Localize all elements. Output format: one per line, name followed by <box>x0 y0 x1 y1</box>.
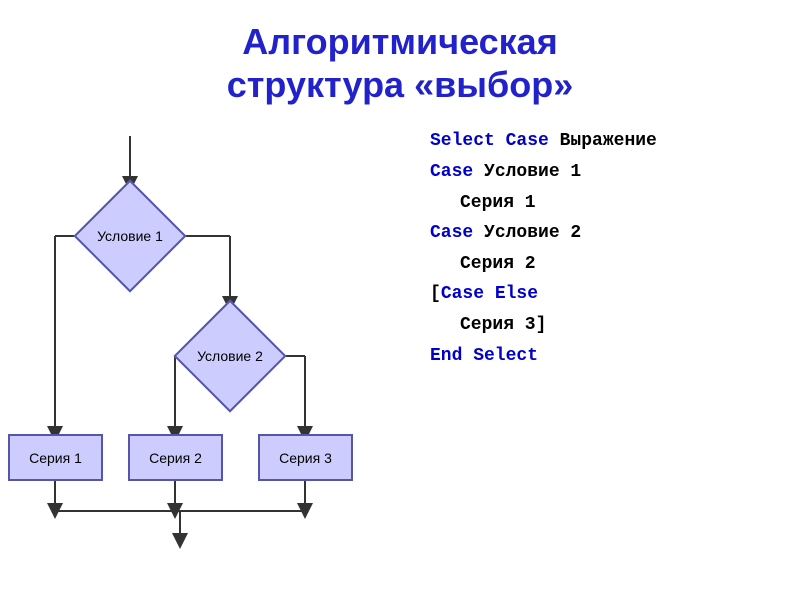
seria3-label: Серия 3] <box>460 315 546 335</box>
code-line5: Серия 2 <box>460 249 800 280</box>
code-line7: Серия 3] <box>460 310 800 341</box>
title-line2: структура «выбор» <box>0 63 800 106</box>
code-block: Select Case Выражение Case Условие 1 Сер… <box>420 126 800 556</box>
page-title: Алгоритмическая структура «выбор» <box>0 0 800 106</box>
kw-case2: Case <box>430 223 473 243</box>
seria1-label: Серия 1 <box>460 193 536 213</box>
code-line6: [Case Else <box>430 279 800 310</box>
code-line2: Case Условие 1 <box>430 157 800 188</box>
code-line8: End Select <box>430 341 800 372</box>
kw-case-else: Case Else <box>441 284 538 304</box>
code-line2-rest: Условие 1 <box>473 162 581 182</box>
kw-select-case: Select Case <box>430 131 549 151</box>
diamond2-label: Условие 2 <box>190 316 270 396</box>
code-line4-rest: Условие 2 <box>473 223 581 243</box>
diamond1-label: Условие 1 <box>90 196 170 276</box>
code-line3: Серия 1 <box>460 188 800 219</box>
code-line4: Case Условие 2 <box>430 218 800 249</box>
flowchart: Условие 1 Условие 2 Серия 1 Серия 2 Сери… <box>0 126 420 556</box>
code-line1-rest: Выражение <box>549 131 657 151</box>
seria2-label: Серия 2 <box>460 254 536 274</box>
seria1-box: Серия 1 <box>8 434 103 481</box>
seria2-box: Серия 2 <box>128 434 223 481</box>
bracket-open: [ <box>430 284 441 304</box>
kw-case1: Case <box>430 162 473 182</box>
kw-end-select: End Select <box>430 346 538 366</box>
title-line1: Алгоритмическая <box>0 20 800 63</box>
seria3-box: Серия 3 <box>258 434 353 481</box>
code-line1: Select Case Выражение <box>430 126 800 157</box>
